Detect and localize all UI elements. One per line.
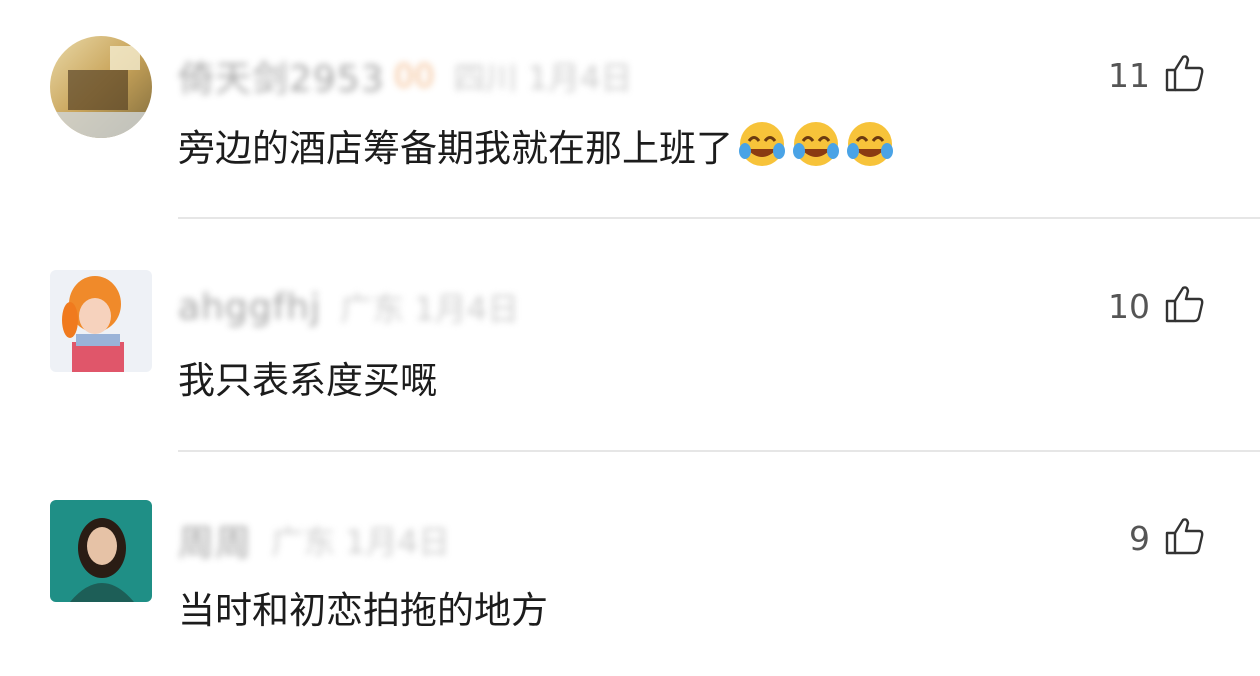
like-button[interactable]: 10	[1086, 283, 1206, 327]
comment-meta: ahggfhj 广东 1月4日	[178, 284, 519, 329]
comment-meta: 倚天剑2953 00 四川 1月4日	[178, 50, 632, 100]
comment-text-content: 旁边的酒店筹备期我就在那上班了	[178, 127, 733, 170]
location-time: 广东 1月4日	[340, 290, 520, 328]
like-count: 9	[1129, 519, 1150, 558]
crying-laughing-face-icon	[739, 122, 785, 166]
like-count: 11	[1108, 56, 1150, 95]
crying-laughing-face-icon	[793, 122, 839, 166]
thumbs-up-icon	[1165, 286, 1204, 323]
location-time: 四川 1月4日	[453, 59, 633, 97]
divider	[178, 450, 1260, 452]
comment-text: 当时和初恋拍拖的地方	[178, 589, 548, 632]
location-time: 广东 1月4日	[271, 523, 451, 561]
divider	[178, 217, 1260, 219]
username[interactable]: 倚天剑2953	[178, 50, 385, 102]
comment-text: 我只表系度买嘅	[178, 359, 437, 402]
like-count: 10	[1108, 287, 1150, 326]
crying-laughing-face-icon	[847, 122, 893, 166]
thumbs-up-icon	[1165, 55, 1204, 92]
badge: 00	[393, 57, 435, 95]
thumbs-up-icon	[1165, 518, 1204, 555]
username[interactable]: ahggfhj	[178, 287, 321, 328]
comment-meta: 周周 广东 1月4日	[178, 514, 450, 564]
comment-text: 旁边的酒店筹备期我就在那上班了	[178, 118, 895, 172]
like-button[interactable]: 11	[1086, 52, 1206, 96]
avatar[interactable]	[50, 36, 152, 138]
like-button[interactable]: 9	[1086, 515, 1206, 559]
avatar[interactable]	[50, 270, 152, 372]
avatar[interactable]	[50, 500, 152, 602]
username[interactable]: 周周	[178, 514, 252, 566]
